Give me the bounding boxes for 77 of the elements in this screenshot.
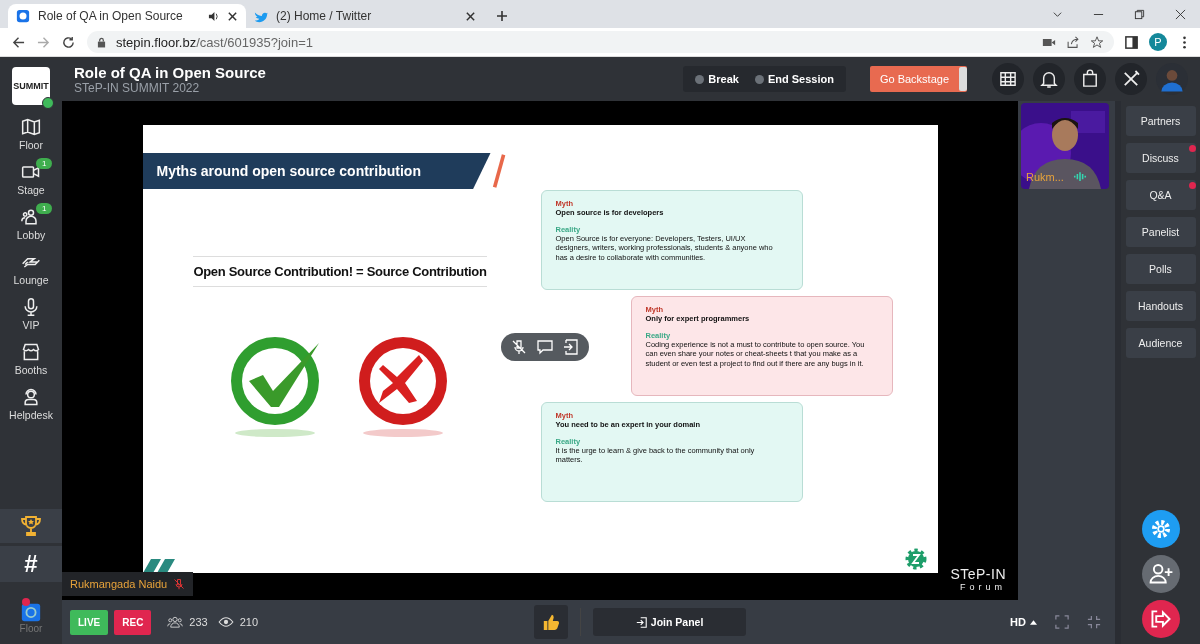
lock-icon — [97, 36, 106, 48]
add-user-button[interactable] — [1141, 555, 1180, 593]
sidebar-item[interactable]: VIP — [0, 291, 62, 336]
grid-icon[interactable] — [992, 63, 1024, 95]
app-icon — [20, 601, 42, 623]
share-icon[interactable] — [1066, 35, 1080, 49]
sidebar-item[interactable]: 1 Lobby — [0, 201, 62, 246]
slide-statement: Open Source Contribution! = Source Contribution — [193, 256, 487, 287]
participant-name: Rukm... — [1026, 171, 1064, 183]
sidebar-item[interactable]: 1 Stage — [0, 156, 62, 201]
count-badge: 1 — [36, 203, 53, 214]
helpdesk-icon — [21, 386, 41, 407]
sidebar-item[interactable]: Helpdesk — [0, 381, 62, 426]
tab-title: (2) Home / Twitter — [276, 9, 373, 23]
exit-icon[interactable] — [562, 339, 579, 355]
chevron-down-icon[interactable] — [1052, 9, 1063, 20]
speaker-name: Rukmangada Naidu — [70, 578, 168, 590]
app-icon — [16, 9, 30, 23]
star-icon[interactable] — [1090, 35, 1104, 49]
browser-tab[interactable]: (2) Home / Twitter — [246, 4, 484, 28]
leave-button[interactable] — [1141, 600, 1180, 638]
hashtag-button[interactable]: # — [0, 546, 62, 582]
thumbs-up-icon — [542, 613, 561, 631]
browser-tab[interactable]: Role of QA in Open Source — [8, 4, 246, 28]
slide-title: Myths around open source contribution — [142, 153, 491, 189]
participant-tile[interactable]: Rukm... — [1021, 103, 1109, 189]
bag-icon[interactable] — [1074, 63, 1106, 95]
mic-off-icon[interactable] — [510, 339, 527, 355]
comment-icon[interactable] — [536, 339, 553, 355]
booth-icon — [21, 341, 41, 362]
panel-tab[interactable]: Audience — [1125, 328, 1196, 358]
event-name: STeP-IN SUMMIT 2022 — [74, 80, 200, 95]
side-panel-icon[interactable] — [1124, 34, 1139, 50]
map-icon — [21, 116, 41, 137]
people-icon — [167, 616, 184, 628]
sidebar-item[interactable]: Floor — [0, 111, 62, 156]
bell-icon[interactable] — [1033, 63, 1065, 95]
url-text: stepin.floor.bz/cast/601935?join=1 — [116, 34, 313, 50]
mic-icon — [21, 296, 41, 317]
like-button[interactable] — [534, 605, 569, 639]
session-button[interactable]: End Session — [748, 69, 840, 89]
panel-tab[interactable]: Discuss — [1125, 143, 1196, 173]
fullscreen-icon[interactable] — [1055, 615, 1069, 629]
close-icon[interactable] — [227, 10, 238, 22]
session-button[interactable]: Break — [689, 69, 745, 89]
session-title: Role of QA in Open Source — [74, 63, 267, 81]
caret-icon — [1030, 619, 1037, 625]
close-icon[interactable] — [1175, 9, 1186, 20]
speaker-icon[interactable] — [208, 10, 219, 22]
sidebar-item[interactable]: Lounge — [0, 246, 62, 291]
quality-selector[interactable]: HD — [1004, 615, 1043, 629]
back-icon[interactable] — [12, 35, 25, 49]
panel-tab[interactable]: Panelist — [1125, 217, 1196, 247]
panel-tab[interactable]: Partners — [1125, 106, 1196, 136]
panel-tab[interactable]: Handouts — [1125, 291, 1196, 321]
tab-title: Role of QA in Open Source — [38, 9, 184, 23]
settings-button[interactable] — [1141, 510, 1180, 548]
profile-avatar[interactable]: P — [1149, 33, 1167, 51]
trophy-icon — [19, 514, 43, 538]
exit-fullscreen-icon[interactable] — [1087, 615, 1101, 629]
sidebar-item[interactable]: Booths — [0, 336, 62, 381]
restore-icon[interactable] — [1134, 9, 1145, 20]
join-panel-button[interactable]: Join Panel — [593, 608, 747, 636]
attendee-count: 233 — [189, 616, 208, 628]
panel-tab[interactable]: Q&A — [1125, 180, 1196, 210]
close-icon[interactable] — [465, 10, 476, 22]
address-bar[interactable]: stepin.floor.bz/cast/601935?join=1 — [87, 31, 1114, 53]
viewer-count: 210 — [239, 616, 259, 628]
forum-logo: STeP-IN Forum — [950, 566, 1006, 592]
count-badge: 1 — [36, 158, 53, 169]
sign-in-icon — [635, 616, 647, 628]
eye-icon — [217, 616, 234, 628]
new-tab-icon[interactable] — [496, 10, 508, 22]
panel-tab[interactable]: Polls — [1125, 254, 1196, 284]
leaderboard-button[interactable] — [0, 509, 62, 543]
reload-icon[interactable] — [62, 35, 75, 49]
record-button[interactable]: REC — [114, 609, 152, 635]
